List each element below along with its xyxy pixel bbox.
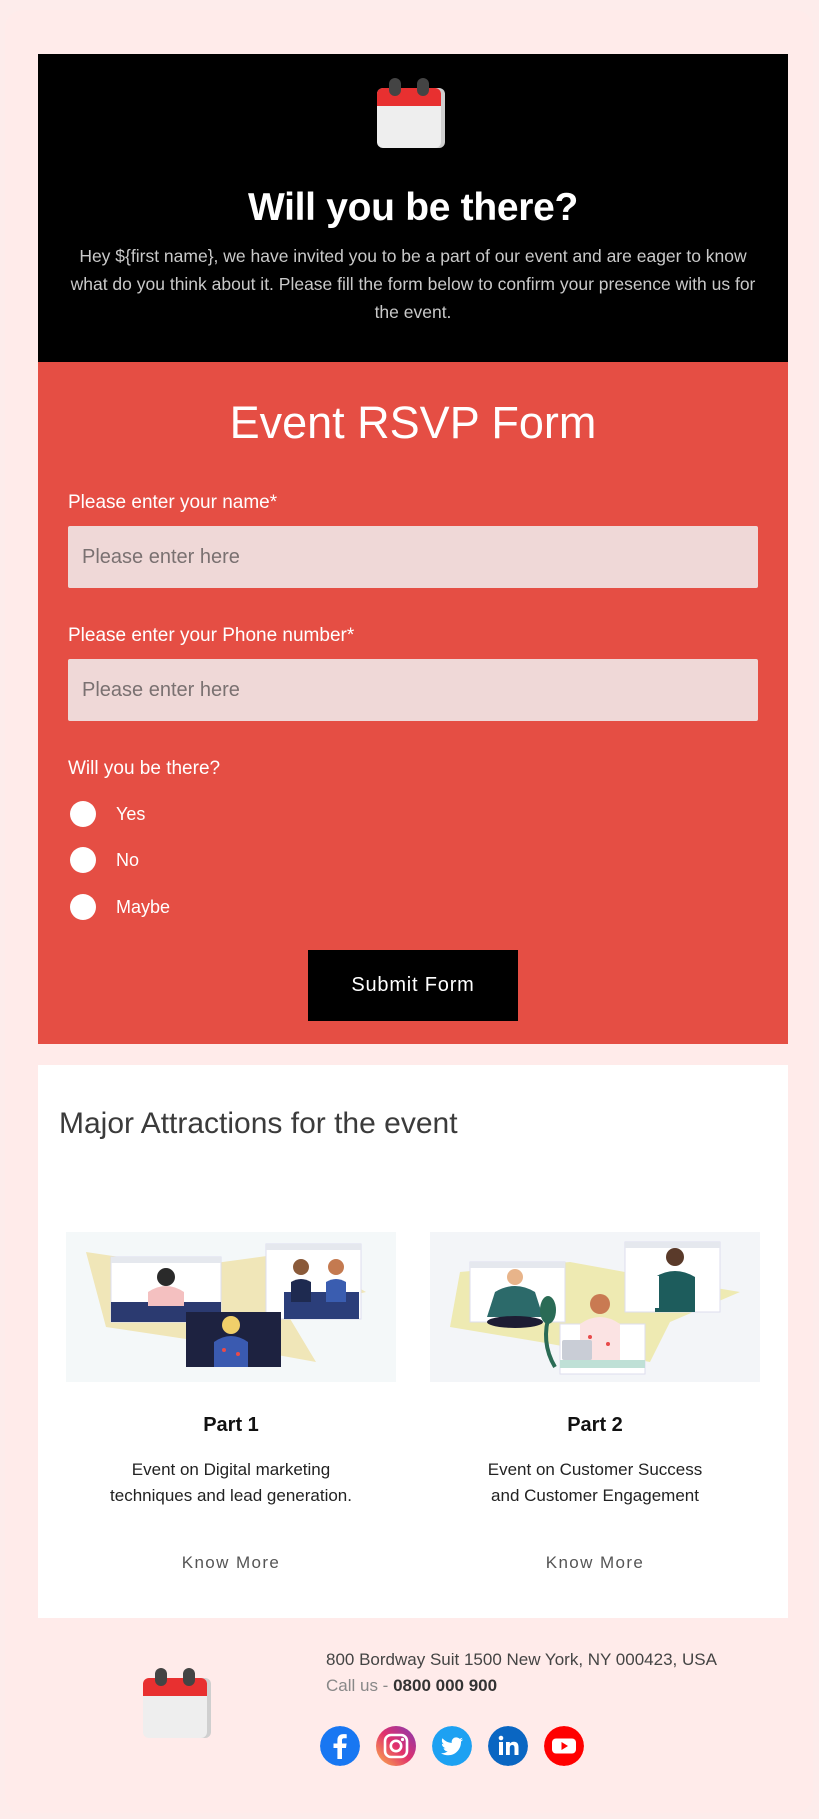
phone-label: Please enter your Phone number*: [68, 625, 355, 646]
card-description: Event on Digital marketing techniques an…: [66, 1457, 396, 1509]
radio-button[interactable]: [70, 801, 96, 827]
attraction-card-1: Part 1 Event on Digital marketing techni…: [66, 1232, 396, 1573]
radio-maybe[interactable]: Maybe: [70, 894, 170, 920]
attractions-section: Major Attractions for the event Part 1 E…: [38, 1065, 788, 1618]
name-input[interactable]: [68, 526, 758, 588]
attend-label: Will you be there?: [68, 758, 221, 779]
form-title: Event RSVP Form: [229, 397, 597, 448]
digital-marketing-illustration: [66, 1232, 396, 1382]
radio-yes[interactable]: Yes: [70, 801, 145, 827]
rsvp-form: Event RSVP Form Please enter your name* …: [38, 362, 788, 1044]
customer-success-illustration: [430, 1232, 760, 1382]
social-links: [320, 1726, 584, 1766]
calendar-icon: [377, 78, 445, 148]
card-description-line: techniques and lead generation.: [110, 1486, 352, 1505]
hero-description: Hey ${first name}, we have invited you t…: [70, 246, 756, 322]
phone-input[interactable]: [68, 659, 758, 721]
email-container: Will you be there? Hey ${first name}, we…: [38, 54, 788, 1818]
twitter-icon[interactable]: [432, 1726, 472, 1766]
card-title: Part 2: [567, 1414, 623, 1436]
facebook-icon[interactable]: [320, 1726, 360, 1766]
call-prefix: Call us -: [326, 1676, 394, 1695]
card-description-line: and Customer Engagement: [491, 1486, 699, 1505]
page-background: Will you be there? Hey ${first name}, we…: [5, 10, 813, 1813]
hero-title: Will you be there?: [247, 186, 579, 229]
radio-no[interactable]: No: [70, 847, 139, 873]
card-title: Part 1: [203, 1414, 259, 1436]
hero-section: Will you be there? Hey ${first name}, we…: [38, 54, 788, 362]
phone-number[interactable]: 0800 000 900: [393, 1676, 497, 1695]
call-us-text: Call us - 0800 000 900: [326, 1676, 497, 1696]
radio-label-maybe: Maybe: [116, 896, 171, 917]
card-description-line: Event on Customer Success: [487, 1460, 703, 1479]
name-label: Please enter your name*: [68, 492, 278, 513]
submit-form-button[interactable]: Submit Form: [308, 950, 518, 1021]
youtube-icon[interactable]: [544, 1726, 584, 1766]
address-text: 800 Bordway Suit 1500 New York, NY 00042…: [326, 1650, 717, 1669]
radio-button[interactable]: [70, 847, 96, 873]
know-more-link[interactable]: Know More: [182, 1553, 281, 1573]
radio-label-no: No: [116, 849, 140, 870]
attraction-card-2: Part 2 Event on Customer Success and Cus…: [430, 1232, 760, 1573]
calendar-logo-icon: [143, 1668, 211, 1738]
radio-label-yes: Yes: [116, 803, 146, 824]
attractions-title: Major Attractions for the event: [59, 1107, 458, 1140]
linkedin-icon[interactable]: [488, 1726, 528, 1766]
footer: 800 Bordway Suit 1500 New York, NY 00042…: [38, 1618, 788, 1818]
radio-button[interactable]: [70, 894, 96, 920]
know-more-link[interactable]: Know More: [546, 1553, 645, 1573]
instagram-icon[interactable]: [376, 1726, 416, 1766]
card-description: Event on Customer Success and Customer E…: [430, 1457, 760, 1509]
card-description-line: Event on Digital marketing: [131, 1460, 331, 1479]
